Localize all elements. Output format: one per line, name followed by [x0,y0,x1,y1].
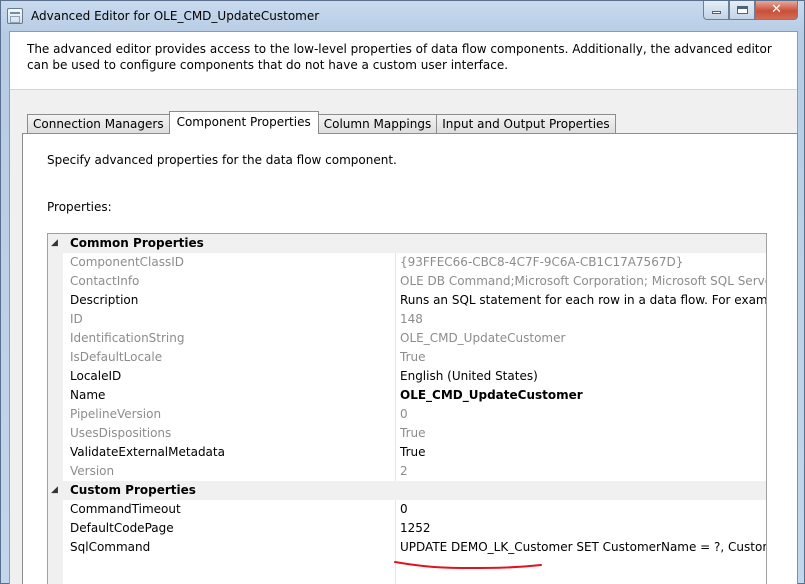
property-name: ContactInfo [70,274,140,288]
collapse-icon[interactable]: ◢ [51,481,58,500]
property-name: DefaultCodePage [70,521,174,535]
property-name: ComponentClassID [70,255,185,269]
properties-label: Properties: [47,200,112,214]
property-name: UsesDispositions [70,426,172,440]
property-name: ID [70,312,83,326]
panel-description: Specify advanced properties for the data… [47,153,397,167]
property-row[interactable]: PipelineVersion 0 [48,405,766,424]
close-icon: ✕ [771,2,782,17]
property-row[interactable]: UsesDispositions True [48,424,766,443]
property-value: 148 [400,312,423,326]
property-value: OLE_CMD_UpdateCustomer [400,331,566,345]
property-value[interactable]: True [400,443,426,462]
collapse-icon[interactable]: ◢ [51,234,58,253]
maximize-icon [737,6,748,14]
component-properties-panel: Specify advanced properties for the data… [22,133,798,584]
close-button[interactable]: ✕ [755,1,798,20]
tab-strip: Connection Managers Component Properties… [27,111,616,134]
window-title: Advanced Editor for OLE_CMD_UpdateCustom… [31,9,320,23]
property-grid[interactable]: ◢ Common Properties ComponentClassID {93FFE… [47,233,767,584]
property-row[interactable]: Name OLE_CMD_UpdateCustomer [48,386,766,405]
advanced-editor-window: Advanced Editor for OLE_CMD_UpdateCustom… [0,0,805,584]
property-row[interactable]: LocaleID English (United States) [48,367,766,386]
property-row[interactable]: ContactInfo OLE DB Command;Microsoft Corp… [48,272,766,291]
property-value: 0 [400,407,408,421]
property-value[interactable]: English (United States) [400,367,538,386]
property-row[interactable]: ComponentClassID {93FFEC66-CBC8-4C7F-9C6A… [48,253,766,272]
category-name: Common Properties [70,236,204,250]
tab-input-output-properties[interactable]: Input and Output Properties [436,114,616,134]
maximize-button[interactable] [729,1,755,20]
dialog-icon [7,8,23,24]
tab-column-mappings[interactable]: Column Mappings [317,114,438,134]
property-row[interactable]: CommandTimeout 0 [48,500,766,519]
category-row[interactable]: ◢ Custom Properties [48,481,766,500]
property-value: 2 [400,464,408,478]
property-name: Description [70,293,139,307]
title-bar[interactable]: Advanced Editor for OLE_CMD_UpdateCustom… [1,1,804,31]
property-row[interactable]: ID 148 [48,310,766,329]
red-annotation-underline [394,561,542,570]
property-row[interactable]: SqlCommand UPDATE DEMO_LK_Customer SET Cu… [48,538,766,557]
tab-component-properties[interactable]: Component Properties [168,111,319,134]
property-name: Version [70,464,115,478]
property-row[interactable]: ValidateExternalMetadata True [48,443,766,462]
intro-text: The advanced editor provides access to t… [27,42,772,72]
minimize-icon [712,11,721,14]
property-row[interactable]: DefaultCodePage 1252 [48,519,766,538]
property-value: True [400,426,426,440]
property-value[interactable]: 0 [400,500,408,519]
tab-connection-managers[interactable]: Connection Managers [27,114,170,134]
property-name: ValidateExternalMetadata [70,445,225,459]
property-name: CommandTimeout [70,502,181,516]
category-row[interactable]: ◢ Common Properties [48,234,766,253]
property-name: LocaleID [70,369,122,383]
dialog-body: The advanced editor provides access to t… [9,31,798,584]
property-name: SqlCommand [70,540,151,554]
caption-buttons: ✕ [703,1,798,21]
property-value: {93FFEC66-CBC8-4C7F-9C6A-CB1C17A7567D} [400,255,684,269]
property-value[interactable]: 1252 [400,519,431,538]
property-name: IsDefaultLocale [70,350,163,364]
property-row[interactable]: IdentificationString OLE_CMD_UpdateCustom… [48,329,766,348]
property-name: Name [70,388,106,402]
minimize-button[interactable] [703,1,729,20]
property-name: IdentificationString [70,331,185,345]
property-value: True [400,350,426,364]
property-row[interactable]: IsDefaultLocale True [48,348,766,367]
property-value: OLE DB Command;Microsoft Corporation; Mi… [400,274,766,288]
property-name: PipelineVersion [70,407,162,421]
property-row[interactable]: Description Runs an SQL statement for eac… [48,291,766,310]
category-name: Custom Properties [70,483,196,497]
intro-banner: The advanced editor provides access to t… [10,32,797,90]
property-value[interactable]: OLE_CMD_UpdateCustomer [400,386,583,405]
property-value[interactable]: UPDATE DEMO_LK_Customer SET CustomerName… [400,538,766,557]
property-row[interactable]: Version 2 [48,462,766,481]
property-value[interactable]: Runs an SQL statement for each row in a … [400,291,766,310]
